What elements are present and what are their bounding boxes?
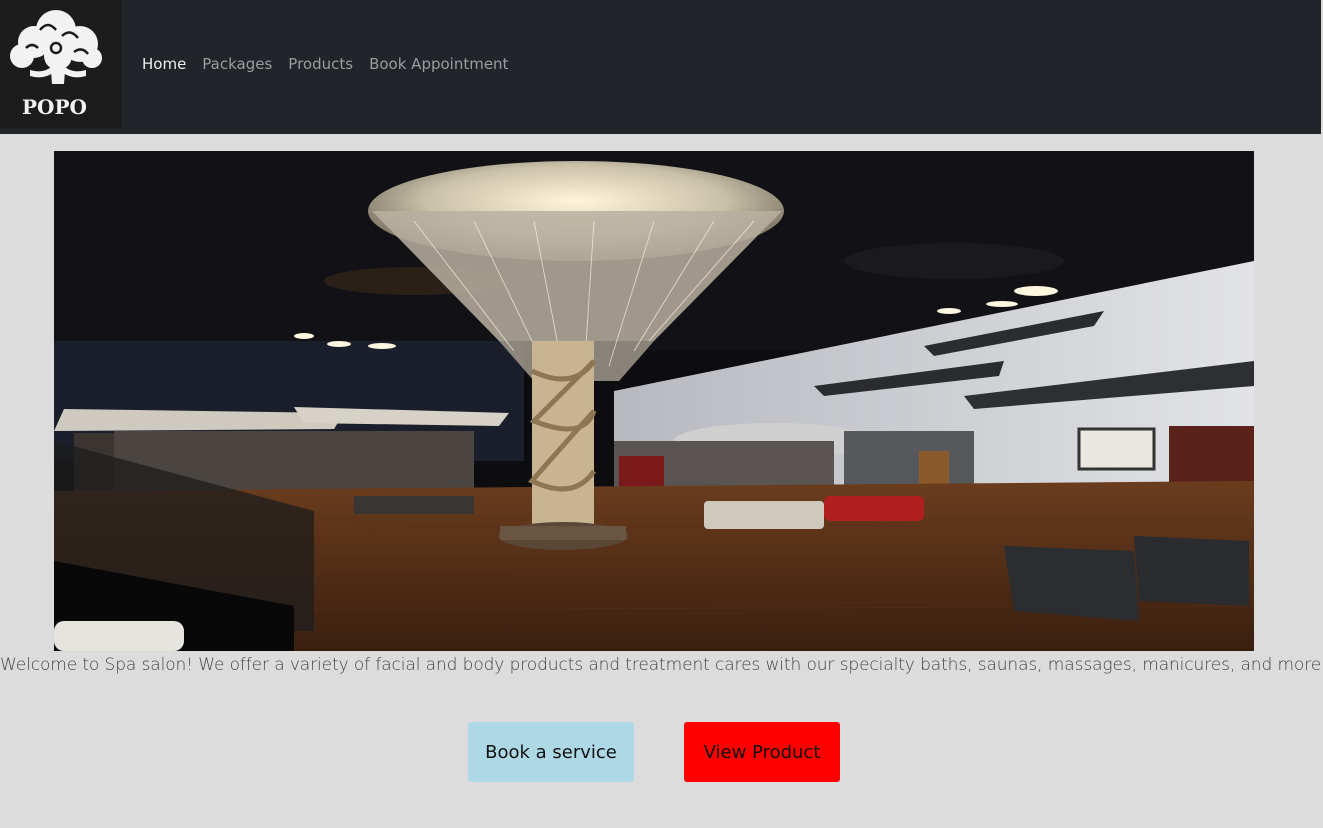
nav-links: Home Packages Products Book Appointment (142, 55, 508, 73)
brand-logo[interactable]: POPO (0, 0, 122, 128)
navbar: POPO Home Packages Products Book Appoint… (0, 0, 1321, 134)
nav-item-products[interactable]: Products (288, 55, 353, 73)
svg-text:POPO: POPO (22, 95, 87, 119)
book-service-button[interactable]: Book a service (468, 722, 634, 782)
welcome-text: Welcome to Spa salon! We offer a variety… (0, 655, 1323, 675)
hero-image (54, 151, 1254, 651)
nav-item-packages[interactable]: Packages (202, 55, 272, 73)
nav-item-home[interactable]: Home (142, 55, 186, 73)
tree-logo-icon: POPO (10, 10, 102, 119)
nav-item-book-appointment[interactable]: Book Appointment (369, 55, 508, 73)
view-product-button[interactable]: View Product (684, 722, 840, 782)
